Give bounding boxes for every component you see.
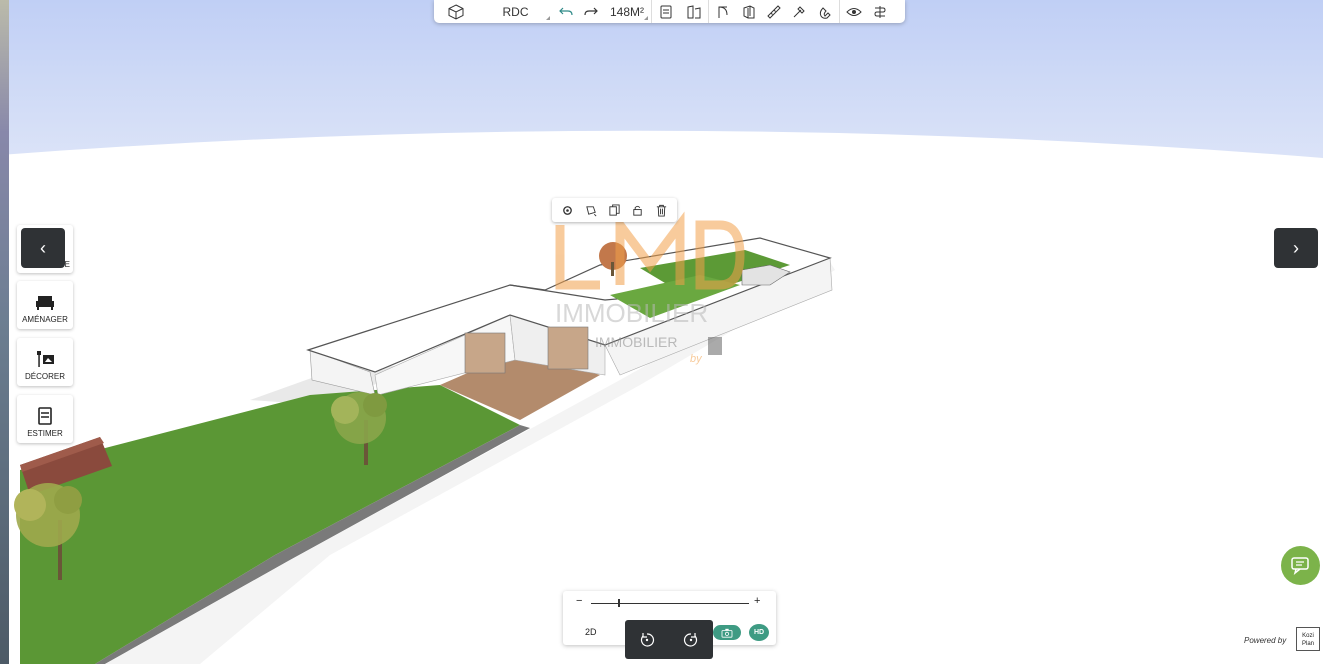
redo-icon	[583, 7, 598, 15]
sofa-icon	[36, 296, 54, 310]
door-icon	[718, 6, 728, 18]
camera-button[interactable]	[713, 625, 741, 640]
view-2d-button[interactable]: 2D	[585, 627, 597, 637]
camera-icon	[721, 628, 733, 638]
wall-button[interactable]	[737, 0, 761, 23]
lamp-frame-icon	[37, 351, 54, 367]
window	[547, 326, 589, 370]
visibility-button[interactable]	[840, 0, 868, 23]
lock-icon[interactable]	[631, 204, 644, 217]
document-button[interactable]	[652, 0, 680, 23]
floor-plan-icon	[687, 4, 701, 18]
rotate-right-icon[interactable]	[683, 632, 699, 648]
redo-button[interactable]	[578, 0, 603, 23]
watermark-text-small: IMMOBILIER	[595, 334, 677, 350]
measure-button[interactable]	[761, 0, 787, 23]
cube-icon	[448, 3, 464, 20]
side-button-decorer[interactable]: DÉCORER	[17, 338, 73, 386]
zoom-slider-thumb[interactable]	[617, 599, 620, 607]
next-panel-button[interactable]: ›	[1274, 228, 1318, 268]
document-icon	[660, 5, 672, 18]
watermark-by: by	[690, 353, 703, 365]
wall-icon	[743, 4, 755, 18]
plan-button[interactable]	[680, 0, 708, 23]
side-label: DÉCORER	[24, 372, 65, 381]
side-label: ESTIMER	[27, 429, 63, 438]
layers-icon	[874, 5, 886, 18]
cart-icon	[38, 407, 52, 425]
powered-by-text: Powered by	[1244, 636, 1287, 645]
magnet-icon	[819, 6, 831, 19]
door-button[interactable]	[709, 0, 737, 23]
zoom-slider[interactable]	[591, 603, 749, 604]
side-button-amenager[interactable]: AMÉNAGER	[17, 281, 73, 329]
magnet-button[interactable]	[811, 0, 839, 23]
trash-icon[interactable]	[655, 204, 668, 217]
side-button-estimer[interactable]: ESTIMER	[17, 395, 73, 443]
top-toolbar: RDC 148M²	[434, 0, 905, 23]
3d-viewport[interactable]: IMMOBILIER IMMOBILIER by	[0, 0, 1323, 664]
undo-button[interactable]	[553, 0, 578, 23]
chat-button[interactable]	[1281, 546, 1320, 585]
dropdown-indicator-icon	[546, 16, 550, 20]
eye-icon	[846, 7, 862, 16]
copy-icon[interactable]	[608, 203, 621, 217]
area-display[interactable]: 148M²	[603, 0, 651, 23]
dropdown-indicator-icon	[644, 16, 648, 20]
ruler-icon	[767, 4, 781, 19]
level-label: RDC	[502, 4, 529, 19]
gear-icon[interactable]	[561, 204, 574, 217]
chevron-left-icon: ‹	[40, 237, 46, 258]
settings-button[interactable]	[868, 0, 892, 23]
level-select[interactable]: RDC	[478, 0, 553, 23]
paint-bucket-icon[interactable]	[585, 204, 598, 217]
undo-icon	[558, 7, 573, 15]
zoom-in-button[interactable]: +	[754, 595, 760, 607]
3d-view-button[interactable]	[434, 0, 478, 23]
dropper-icon	[793, 5, 805, 17]
window-edge-strip	[0, 0, 9, 664]
rotate-controls	[625, 620, 713, 659]
brand-logo[interactable]: Kozi Plan	[1296, 627, 1320, 651]
area-label: 148M²	[609, 4, 644, 19]
paint-button[interactable]	[787, 0, 811, 23]
side-label-fragment: E	[64, 260, 70, 269]
hd-button[interactable]: HD	[749, 624, 769, 641]
watermark-text: IMMOBILIER	[555, 298, 708, 328]
zoom-out-button[interactable]: −	[576, 595, 582, 607]
prev-panel-button[interactable]: ‹	[21, 228, 65, 268]
object-toolbar	[552, 198, 677, 222]
window	[464, 332, 506, 374]
rotate-left-icon[interactable]	[639, 632, 655, 648]
chat-icon	[1290, 556, 1309, 575]
side-label: AMÉNAGER	[22, 315, 68, 324]
chevron-right-icon: ›	[1293, 237, 1299, 258]
